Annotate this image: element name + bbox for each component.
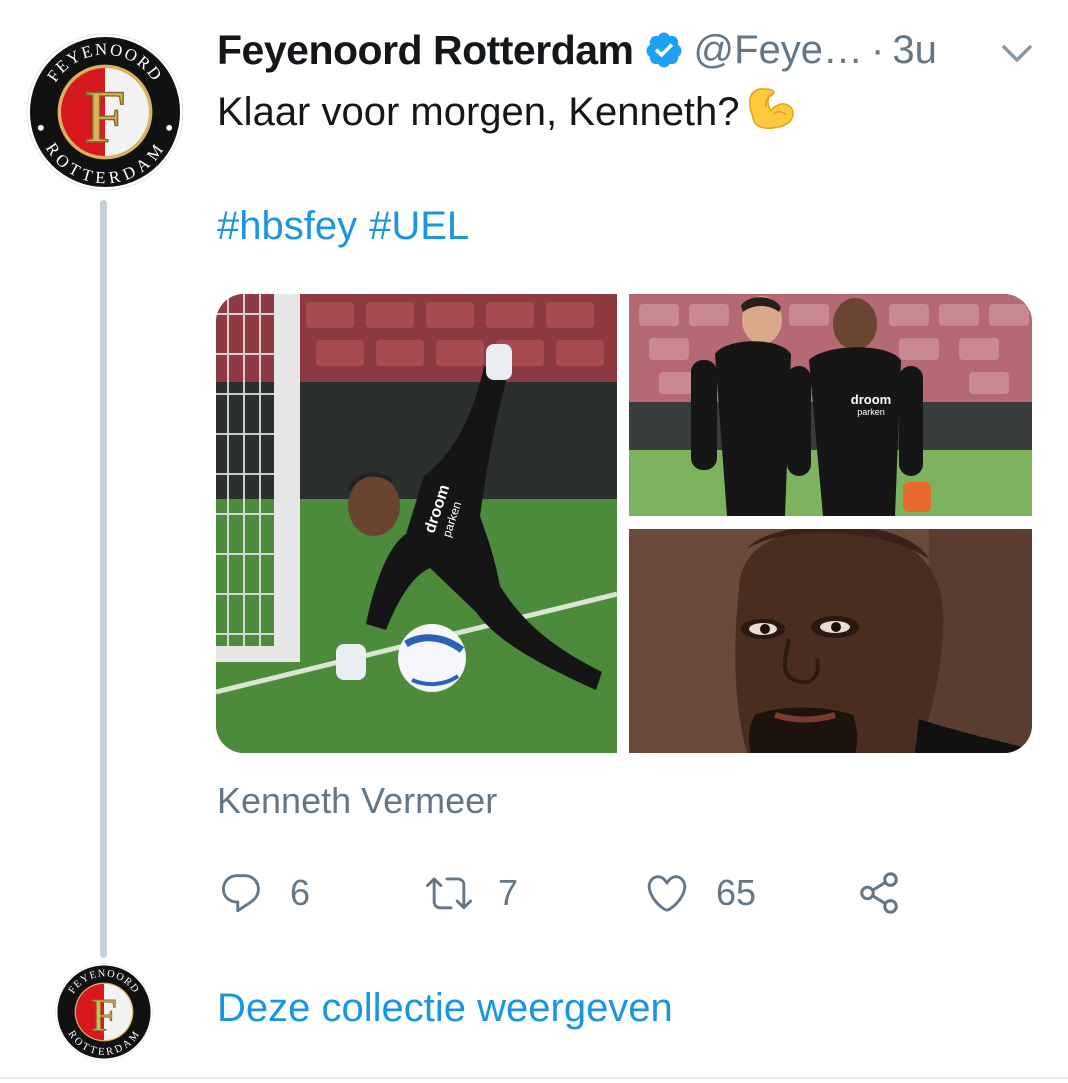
share-icon xyxy=(860,872,898,914)
like-button[interactable]: 65 xyxy=(644,865,756,921)
share-button[interactable] xyxy=(856,865,902,921)
author-handle[interactable]: @Feye… xyxy=(694,28,864,73)
like-count: 65 xyxy=(716,872,757,913)
svg-text:parken: parken xyxy=(857,407,885,417)
tweet-hashtags: #hbsfey #UEL xyxy=(217,204,481,249)
photo-portrait-closeup[interactable] xyxy=(629,529,1032,753)
media-grid: droom parken droom parken xyxy=(216,294,1032,753)
tweet-text-body: Klaar voor morgen, Kenneth? xyxy=(217,90,740,134)
retweet-button[interactable]: 7 xyxy=(426,865,518,921)
thread-avatar[interactable]: F FEYENOORD ROTTERDAM xyxy=(55,963,153,1061)
heart-icon xyxy=(647,875,687,912)
svg-text:droom: droom xyxy=(851,392,891,407)
reply-count: 6 xyxy=(290,872,311,913)
show-collection-link[interactable]: Deze collectie weergeven xyxy=(217,986,673,1031)
author-avatar[interactable]: F FEYENOORD ROTTERDAM xyxy=(26,33,184,191)
tweet-text: Klaar voor morgen, Kenneth? xyxy=(217,85,796,135)
photo-players-talking[interactable]: droom parken xyxy=(629,294,1032,516)
media-caption[interactable]: Kenneth Vermeer xyxy=(217,780,497,822)
svg-text:F: F xyxy=(84,76,126,159)
author-display-name[interactable]: Feyenoord Rotterdam xyxy=(217,27,634,74)
hashtag-link[interactable]: #hbsfey xyxy=(217,204,357,248)
bottom-divider xyxy=(0,1077,1068,1079)
chevron-down-icon[interactable] xyxy=(998,38,1036,68)
hashtag-link[interactable]: #UEL xyxy=(369,204,469,248)
retweet-count: 7 xyxy=(498,872,519,913)
reply-button[interactable]: 6 xyxy=(218,865,310,921)
svg-text:F: F xyxy=(91,990,117,1041)
tweet-header: Feyenoord Rotterdam @Feye… · 3u xyxy=(217,24,937,76)
tweet-timestamp[interactable]: 3u xyxy=(892,28,937,73)
reply-icon xyxy=(222,874,260,913)
thread-connector-line xyxy=(100,200,107,958)
flexed-biceps-emoji xyxy=(748,88,794,129)
verified-badge-icon xyxy=(645,32,681,68)
retweet-icon xyxy=(426,877,472,910)
meta-separator: · xyxy=(871,27,885,72)
photo-goalkeeper-dive[interactable]: droom parken xyxy=(216,294,617,753)
